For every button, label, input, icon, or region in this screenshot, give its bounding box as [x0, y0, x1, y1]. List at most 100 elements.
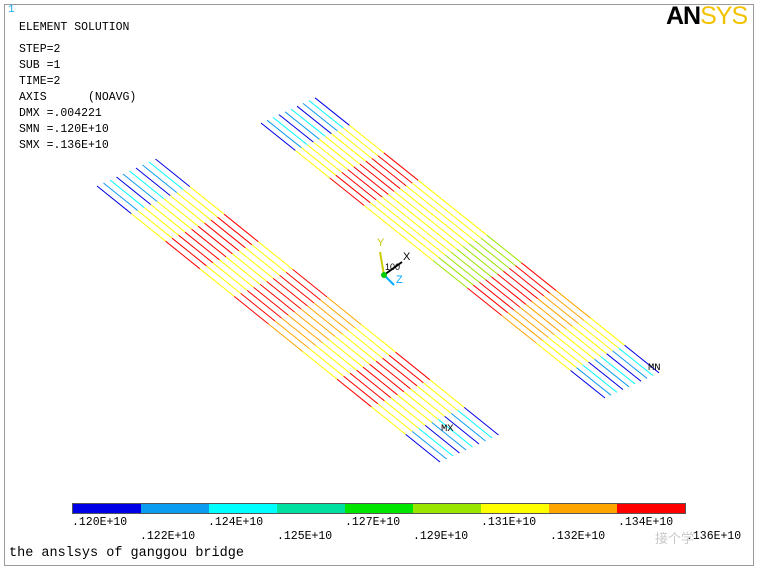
- element-line: [246, 290, 282, 319]
- element-line: [199, 268, 235, 297]
- element-line: [178, 234, 214, 264]
- element-line: [143, 207, 179, 236]
- element-line: [381, 196, 417, 225]
- element-line: [450, 251, 486, 280]
- plot-title: the anslsys of ganggou bridge: [9, 546, 244, 561]
- element-line: [513, 309, 549, 338]
- element-line: [191, 228, 227, 258]
- legend-swatch-6: [481, 504, 549, 513]
- element-line: [206, 265, 242, 294]
- element-line: [217, 216, 253, 246]
- element-line: [411, 182, 447, 211]
- legend-tick: .124E+10: [208, 516, 264, 529]
- element-line: [541, 339, 577, 369]
- element-line: [429, 379, 465, 408]
- element-line: [349, 372, 385, 402]
- element-line: [259, 284, 295, 313]
- element-line: [486, 234, 522, 264]
- element-line: [371, 158, 407, 187]
- element-line: [109, 179, 145, 208]
- element-line: [245, 247, 281, 276]
- element-line: [444, 254, 480, 283]
- element-line: [519, 306, 555, 335]
- element-line: [295, 150, 331, 179]
- element-line: [308, 100, 344, 129]
- element-line: [156, 201, 192, 230]
- element-line: [240, 293, 276, 322]
- element-line: [307, 144, 343, 173]
- element-line: [410, 388, 446, 417]
- element-line: [576, 367, 612, 396]
- element-line: [290, 108, 326, 137]
- element-line: [399, 188, 435, 217]
- element-line: [571, 325, 607, 355]
- element-line: [335, 174, 371, 204]
- element-line: [577, 323, 613, 352]
- element-line: [525, 303, 561, 333]
- element-line: [405, 185, 441, 214]
- element-line: [371, 406, 407, 435]
- element-line: [365, 160, 401, 190]
- triad-number: 100: [385, 262, 401, 272]
- element-line: [294, 311, 330, 340]
- element-line: [485, 279, 521, 308]
- element-line: [302, 351, 338, 380]
- element-line: [285, 272, 321, 301]
- element-line: [583, 320, 619, 349]
- element-line: [359, 163, 395, 192]
- model-plot[interactable]: [0, 0, 760, 571]
- min-marker: MN: [648, 362, 661, 374]
- element-line: [225, 256, 261, 285]
- axis-x-label: X: [403, 251, 411, 263]
- element-line: [169, 195, 205, 224]
- element-line: [434, 215, 470, 245]
- element-line: [521, 262, 557, 291]
- element-line: [353, 166, 389, 195]
- element-line: [325, 136, 361, 165]
- element-line: [417, 179, 453, 209]
- element-line: [336, 378, 372, 408]
- girder-right: [260, 97, 660, 399]
- element-line: [150, 204, 186, 233]
- element-line: [313, 302, 349, 331]
- element-line: [278, 114, 314, 143]
- legend-swatch-8: [617, 504, 685, 513]
- element-line: [559, 331, 595, 360]
- element-line: [480, 237, 516, 266]
- legend-swatch-2: [209, 504, 277, 513]
- legend-tick: .131E+10: [481, 516, 537, 529]
- axis-y-label: Y: [377, 237, 385, 249]
- element-line: [320, 299, 356, 328]
- legend-swatch-0: [73, 504, 141, 513]
- element-line: [422, 221, 458, 250]
- element-line: [307, 305, 343, 334]
- element-line: [507, 312, 543, 341]
- element-line: [537, 298, 573, 327]
- element-line: [287, 314, 323, 343]
- element-line: [292, 269, 328, 298]
- element-line: [274, 320, 310, 349]
- element-line: [165, 240, 201, 270]
- element-line: [238, 250, 274, 279]
- element-line: [347, 169, 383, 198]
- element-line: [440, 213, 476, 242]
- element-line: [135, 167, 171, 196]
- element-line: [189, 186, 225, 215]
- element-line: [555, 289, 591, 319]
- legend-tick: .125E+10: [277, 530, 333, 543]
- element-line: [315, 345, 351, 374]
- element-line: [582, 364, 618, 393]
- element-line: [279, 275, 315, 304]
- element-line: [456, 248, 492, 278]
- element-line: [233, 296, 269, 325]
- element-line: [588, 361, 624, 390]
- element-line: [281, 317, 317, 346]
- element-line: [343, 127, 379, 156]
- element-line: [491, 276, 527, 305]
- element-line: [363, 205, 399, 234]
- element-line: [223, 213, 259, 243]
- element-line: [375, 360, 411, 390]
- legend-swatch-5: [413, 504, 481, 513]
- element-line: [450, 413, 486, 442]
- element-line: [171, 237, 207, 267]
